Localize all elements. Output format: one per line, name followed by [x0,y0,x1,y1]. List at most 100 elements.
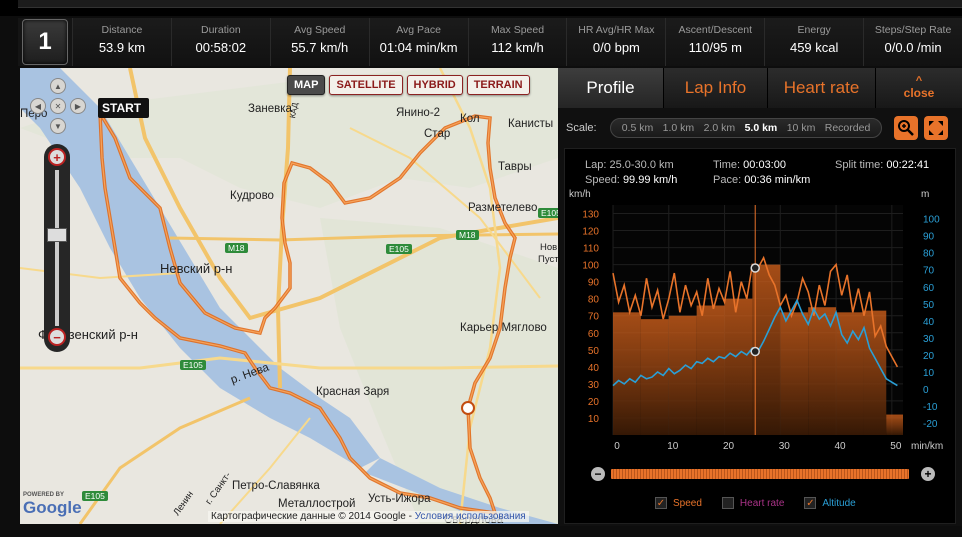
copyright-text: Картографические данные © 2014 Google - [211,511,412,522]
stat-value: 00:58:02 [195,40,247,55]
y-left-tick-label: 40 [588,363,600,374]
range-track[interactable] [611,469,909,479]
y-right-tick-label: 70 [923,266,935,277]
google-wordmark: Google [23,498,82,517]
y-right-tick-label: 30 [923,334,935,345]
tab-heart-rate[interactable]: Heart rate [768,68,876,108]
speed-block [696,305,725,435]
zoom-in-icon[interactable]: + [48,148,66,166]
pan-center-icon[interactable]: ✕ [50,98,66,114]
stat-label: Duration [200,24,241,36]
legend-altitude[interactable]: ✓ Altitude [804,497,856,509]
map-label: Разметелево [468,202,538,214]
zoom-out-icon[interactable]: − [48,328,66,346]
stat-max-speed: Max Speed 112 km/h [467,18,567,66]
map-type-map-button[interactable]: MAP [287,75,326,95]
y-left-tick-label: 120 [582,227,599,238]
legend-heart-rate[interactable]: Heart rate [721,497,785,509]
chevron-up-icon: ^ [915,75,923,87]
legend-speed[interactable]: ✓ Speed [655,497,702,509]
route-map[interactable]: Заневка Янино-2 Стар Кол Канисты Кудрово… [20,68,558,524]
stat-avg-speed: Avg Speed 55.7 km/h [269,18,369,66]
pan-down-icon[interactable]: ▼ [50,118,66,134]
pan-left-icon[interactable]: ◀ [30,98,46,114]
start-marker[interactable]: START [98,98,150,118]
top-strip [0,0,962,16]
legend-label: Altitude [822,497,856,509]
legend-label: Heart rate [739,497,785,509]
profile-panel: Profile Lap Info Heart rate ^ close Scal… [558,68,962,526]
map-label: Заневка [248,103,292,115]
stat-label: Energy [797,24,831,36]
tab-lap-info[interactable]: Lap Info [664,68,768,108]
y-left-unit: km/h [569,189,591,200]
legend-label: Speed [673,497,702,509]
map-label: Петро-Славянка [232,480,320,492]
stat-ascent-descent: Ascent/Descent 110/95 m [665,18,765,66]
map-label: Красная Заря [316,386,390,398]
checkbox-altitude[interactable]: ✓ [804,497,817,509]
fullscreen-icon[interactable] [924,116,948,140]
map-type-hybrid-button[interactable]: HYBRID [406,75,463,95]
stat-label: Avg Speed [294,24,346,36]
speed-block [808,307,837,435]
road-shield: M18 [225,243,248,253]
close-button[interactable]: ^ close [876,68,962,108]
map-type-satellite-button[interactable]: SATELLITE [329,75,403,95]
scale-option[interactable]: 0.5 km [622,122,654,134]
profile-chart[interactable]: Lap: 25.0-30.0 km Speed: 99.99 km/h Time… [564,148,956,524]
x-tick-label: 10 [667,441,679,452]
x-tick-label: 40 [835,441,847,452]
pan-up-icon[interactable]: ▲ [50,78,66,94]
stat-value: 112 km/h [491,40,544,55]
scale-option[interactable]: Recorded [825,122,871,134]
y-left-tick-label: 50 [588,346,600,357]
stat-label: Steps/Step Rate [874,24,952,36]
checkbox-speed[interactable]: ✓ [655,497,667,509]
scale-option[interactable]: 10 km [787,122,816,134]
terms-link[interactable]: Условия использования [415,511,526,522]
chart-plot[interactable]: 102030405060708090100110120130-20-100102… [565,149,957,489]
zoom-slider-handle[interactable] [47,228,67,242]
stat-value: 0/0 bpm [592,40,640,55]
map-label: Карьер Мяглово [460,322,547,334]
stat-duration: Duration 00:58:02 [170,18,270,66]
speed-cursor-marker [750,263,760,273]
range-plus-icon[interactable]: + [921,467,935,481]
y-right-tick-label: 0 [923,385,929,396]
y-left-tick-label: 130 [582,210,599,221]
scale-option[interactable]: 1.0 km [663,122,695,134]
y-right-tick-label: 60 [923,283,935,294]
lap-number[interactable]: 1 [22,19,68,65]
speed-block [724,298,753,435]
checkbox-heart-rate[interactable] [721,497,734,509]
road-shield: E105 [538,208,558,218]
y-left-tick-label: 60 [588,329,600,340]
stat-steps: Steps/Step Rate 0/0.0 /min [863,18,962,66]
tab-profile[interactable]: Profile [558,68,664,108]
scale-option[interactable]: 2.0 km [704,122,736,134]
map-label: Канисты [508,118,554,130]
map-label: Кол [460,113,480,125]
pan-right-icon[interactable]: ▶ [70,98,86,114]
speed-block [886,414,903,435]
speed-block [613,312,641,435]
scale-option-selected[interactable]: 5.0 km [745,122,778,134]
map-label: Нов [540,242,558,253]
y-right-unit: m [921,189,929,200]
google-logo[interactable]: POWERED BY Google [23,492,82,518]
stat-label: Distance [101,24,143,36]
range-minus-icon[interactable]: − [591,467,605,481]
stat-value: 01:04 min/km [379,40,458,55]
map-label: Усть-Ижора [368,493,431,505]
y-right-tick-label: 50 [923,300,935,311]
road-shield: E105 [82,491,108,501]
scale-row: Scale: 0.5 km 1.0 km 2.0 km 5.0 km 10 km… [558,114,962,144]
zoom-chart-icon[interactable] [894,116,918,140]
zoom-track[interactable] [55,170,59,326]
map-type-selector: MAP SATELLITE HYBRID TERRAIN [287,75,530,95]
x-tick-label: 0 [614,441,620,452]
x-tick-label: 20 [723,441,735,452]
stat-avg-pace: Avg Pace 01:04 min/km [368,18,468,66]
map-type-terrain-button[interactable]: TERRAIN [466,75,530,95]
